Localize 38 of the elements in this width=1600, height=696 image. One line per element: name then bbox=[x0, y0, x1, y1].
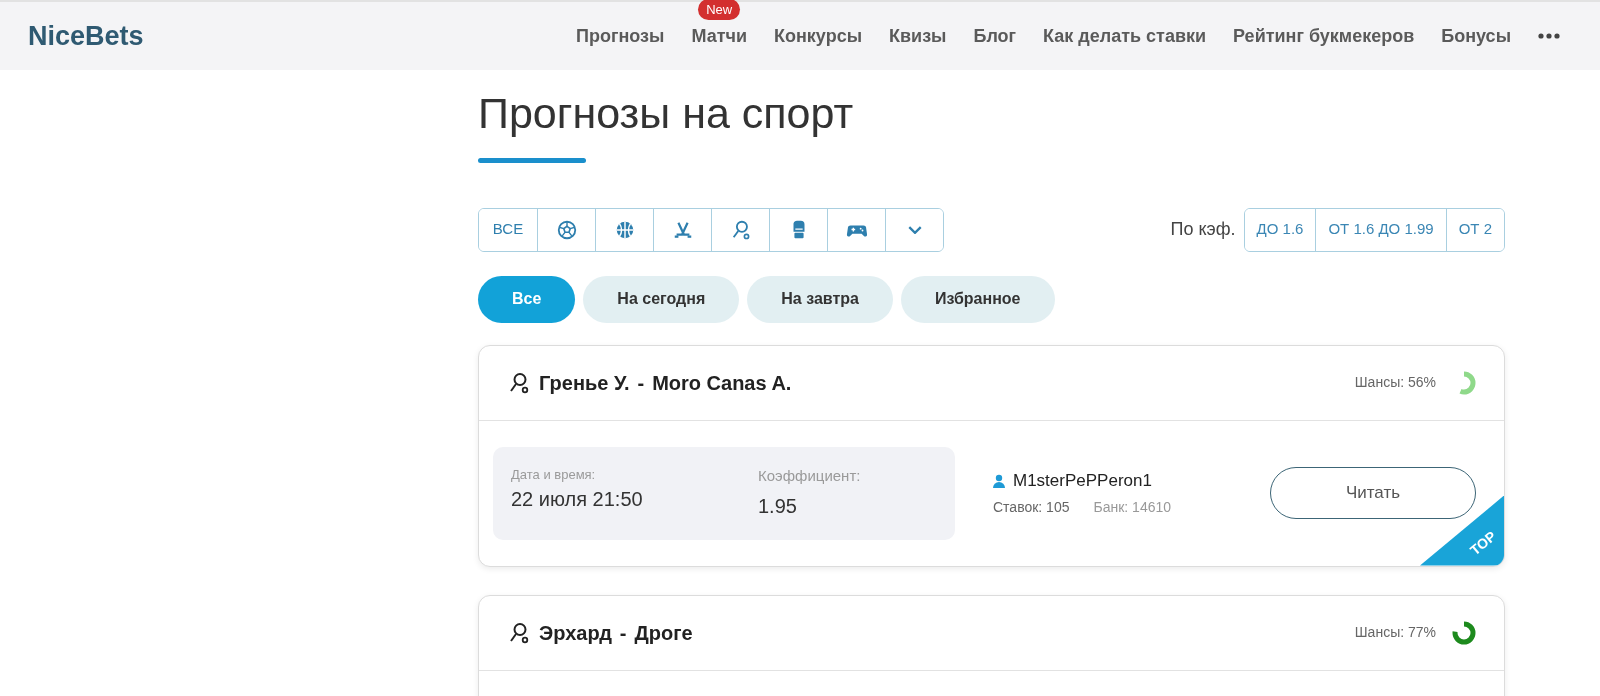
read-button[interactable]: Читать bbox=[1270, 467, 1476, 520]
chance-text: Шансы: 77% bbox=[1354, 623, 1436, 643]
team-name: Гренье У. bbox=[539, 370, 630, 396]
nav-link[interactable]: Матчи bbox=[691, 25, 747, 46]
new-badge: New bbox=[698, 0, 741, 20]
filter-tab[interactable]: На сегодня bbox=[583, 275, 740, 323]
odds-filter-label: По кэф. bbox=[1170, 218, 1236, 242]
team-name: Moro Canas A. bbox=[652, 370, 792, 396]
more-menu-icon[interactable] bbox=[1538, 33, 1560, 39]
odds-value: 1.95 bbox=[758, 494, 798, 520]
user-icon bbox=[993, 473, 1005, 488]
nav-link[interactable]: Бонусы bbox=[1441, 25, 1511, 46]
chevron-down-icon bbox=[907, 225, 922, 234]
filter-tab[interactable]: На завтра bbox=[747, 275, 893, 323]
site-logo[interactable]: NiceBets bbox=[28, 15, 144, 57]
match-separator: - bbox=[637, 370, 645, 396]
racket-icon bbox=[507, 620, 531, 645]
nav-link[interactable]: Блог bbox=[973, 25, 1017, 46]
odds-filter-button[interactable]: ОТ 2 bbox=[1445, 208, 1504, 251]
nav-link[interactable]: Конкурсы bbox=[774, 25, 862, 46]
filter-tab[interactable]: Избранное bbox=[900, 275, 1055, 323]
date-label: Дата и время: bbox=[511, 465, 597, 484]
nav-link[interactable]: Как делать ставки bbox=[1043, 25, 1207, 46]
team-name: Дроге bbox=[634, 620, 693, 646]
nav-link[interactable]: Рейтинг букмекеров bbox=[1233, 25, 1415, 46]
nav-link[interactable]: Прогнозы bbox=[576, 25, 665, 46]
match-separator: - bbox=[619, 620, 627, 646]
chance-text: Шансы: 56% bbox=[1354, 373, 1436, 393]
racket-icon bbox=[507, 370, 531, 395]
author-name[interactable]: M1sterPePPeron1 bbox=[1013, 467, 1152, 494]
football-icon bbox=[555, 218, 578, 241]
date-value: 22 июля 21:50 bbox=[511, 487, 644, 513]
bets-count: Ставок: 105 bbox=[993, 498, 1070, 518]
team-name: Эрхард bbox=[539, 620, 612, 646]
page-title: Прогнозы на спорт bbox=[478, 88, 855, 139]
bank-amount: Банк: 14610 bbox=[1093, 498, 1172, 518]
nav-link[interactable]: Квизы bbox=[889, 25, 947, 46]
odds-label: Коэффициент: bbox=[758, 465, 861, 486]
